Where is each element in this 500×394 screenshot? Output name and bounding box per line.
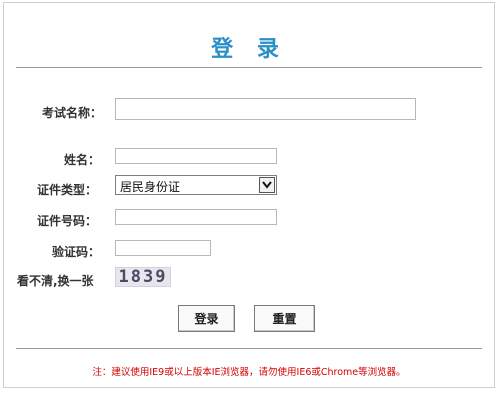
refresh-captcha-link[interactable]: 看不清,换一张 bbox=[17, 272, 94, 289]
name-label: 姓名： bbox=[64, 153, 101, 167]
chevron-down-icon[interactable] bbox=[259, 177, 275, 193]
id-type-selected: 居民身份证 bbox=[120, 180, 181, 194]
login-button[interactable]: 登录 bbox=[178, 305, 235, 332]
captcha-label: 验证码： bbox=[52, 245, 101, 259]
id-number-input[interactable] bbox=[115, 209, 277, 225]
captcha-input[interactable] bbox=[115, 240, 211, 256]
divider-bottom bbox=[16, 348, 482, 349]
browser-note: 注：建议使用IE9或以上版本IE浏览器，请勿使用IE6或Chrome等浏览器。 bbox=[92, 367, 406, 378]
divider-top bbox=[16, 67, 482, 68]
login-panel: 登 录 考试名称： 姓名： 证件类型： 居民身份证 证件号码： 验证码： 看不清… bbox=[3, 2, 495, 388]
exam-name-label: 考试名称： bbox=[42, 106, 103, 120]
page-title: 登 录 bbox=[211, 37, 287, 62]
id-number-label: 证件号码： bbox=[37, 214, 98, 228]
id-type-label: 证件类型： bbox=[37, 183, 98, 197]
id-type-select[interactable]: 居民身份证 bbox=[115, 175, 277, 195]
reset-button[interactable]: 重置 bbox=[254, 305, 315, 332]
name-input[interactable] bbox=[115, 148, 277, 164]
exam-name-input[interactable] bbox=[115, 98, 416, 120]
captcha-image[interactable]: 1839 bbox=[115, 267, 171, 287]
